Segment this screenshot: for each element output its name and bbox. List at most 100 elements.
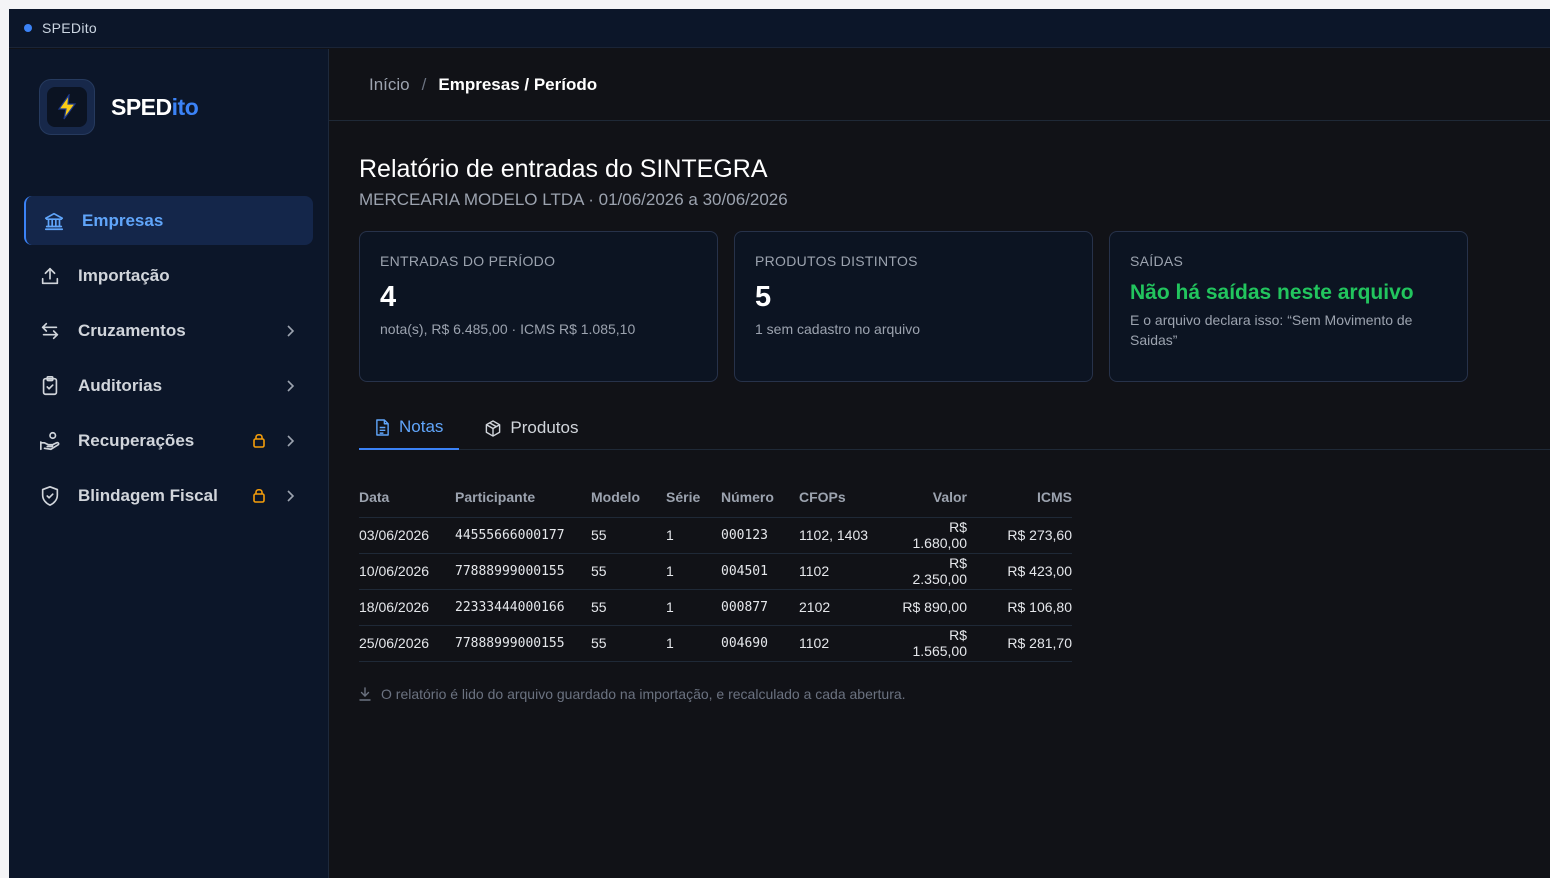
lightning-icon (47, 87, 87, 127)
sidebar: SPEDito Empresas Importação Cruzamentos (9, 49, 329, 878)
card-detail: E o arquivo declara isso: “Sem Movimento… (1130, 312, 1413, 348)
cell-numero: 004501 (721, 553, 799, 590)
table-row[interactable]: 10/06/2026 77888999000155 55 1 004501 11… (359, 553, 1072, 590)
cell-valor: R$ 890,00 (891, 589, 987, 626)
upload-icon (38, 264, 62, 288)
cell-numero: 000123 (721, 517, 799, 554)
column-header[interactable]: Modelo (591, 477, 666, 518)
card-value: 5 (755, 281, 772, 313)
column-header[interactable]: Valor (891, 477, 987, 518)
cell-serie: 1 (666, 553, 721, 590)
app-window: SPEDito SPEDito Empresas Importação Cruz… (9, 9, 1550, 878)
column-header[interactable]: ICMS (987, 477, 1072, 518)
lock-icon (252, 487, 266, 508)
cell-icms: R$ 423,00 (987, 553, 1072, 590)
cell-participante: 44555666000177 (455, 517, 591, 554)
footer-text: O relatório é lido do arquivo guardado n… (381, 686, 906, 702)
hand-coins-icon (38, 429, 62, 453)
brand-name: SPEDito (111, 93, 199, 121)
cell-data: 18/06/2026 (359, 589, 455, 626)
cell-cfops: 1102, 1403 (799, 517, 891, 554)
bank-icon (42, 209, 66, 233)
lock-icon (252, 432, 266, 453)
chevron-right-icon (285, 323, 295, 343)
card-detail: nota(s), R$ 6.485,00 · ICMS R$ 1.085,10 (380, 321, 636, 337)
download-icon (359, 687, 371, 701)
notas-table: Data Participante Modelo Série Número CF… (359, 477, 1072, 662)
logo-badge (39, 79, 95, 135)
card-value: 4 (380, 281, 397, 313)
sidebar-item-label: Auditorias (78, 375, 163, 395)
status-dot (24, 24, 32, 32)
cell-participante: 77888999000155 (455, 625, 591, 662)
breadcrumb-current: Empresas / Período (438, 74, 598, 94)
tab-notas[interactable]: Notas (359, 406, 460, 450)
page-subtitle: MERCEARIA MODELO LTDA · 01/06/2026 a 30/… (359, 190, 788, 209)
cell-modelo: 55 (591, 517, 666, 554)
sidebar-item-label: Importação (78, 265, 170, 285)
sidebar-item-label: Cruzamentos (78, 320, 186, 340)
chevron-right-icon (285, 433, 295, 453)
cell-data: 03/06/2026 (359, 517, 455, 554)
tab-label: Produtos (510, 418, 579, 437)
cell-valor: R$ 2.350,00 (891, 553, 987, 590)
cell-serie: 1 (666, 625, 721, 662)
card-entradas: ENTRADAS DO PERÍODO 4 nota(s), R$ 6.485,… (359, 231, 718, 382)
app-logo[interactable]: SPEDito (39, 79, 199, 135)
cell-data: 10/06/2026 (359, 553, 455, 590)
card-produtos: PRODUTOS DISTINTOS 5 1 sem cadastro no a… (734, 231, 1093, 382)
cell-numero: 000877 (721, 589, 799, 626)
footer-note: O relatório é lido do arquivo guardado n… (359, 686, 906, 702)
cell-cfops: 1102 (799, 625, 891, 662)
table-row[interactable]: 25/06/2026 77888999000155 55 1 004690 11… (359, 625, 1072, 662)
card-saidas: SAÍDAS Não há saídas neste arquivo E o a… (1109, 231, 1468, 382)
cell-cfops: 1102 (799, 553, 891, 590)
card-value: Não há saídas neste arquivo (1130, 281, 1414, 304)
cell-serie: 1 (666, 589, 721, 626)
cell-participante: 77888999000155 (455, 553, 591, 590)
table-row[interactable]: 03/06/2026 44555666000177 55 1 000123 11… (359, 517, 1072, 554)
card-label: PRODUTOS DISTINTOS (755, 253, 918, 269)
titlebar: SPEDito (9, 9, 1550, 48)
sidebar-item-blindagem-fiscal[interactable]: Blindagem Fiscal (24, 471, 313, 520)
document-icon (375, 418, 390, 436)
arrows-swap-icon (38, 319, 62, 343)
column-header[interactable]: Participante (455, 477, 591, 518)
cell-cfops: 2102 (799, 589, 891, 626)
table-header-row: Data Participante Modelo Série Número CF… (359, 477, 1072, 518)
cell-modelo: 55 (591, 625, 666, 662)
cell-icms: R$ 273,60 (987, 517, 1072, 554)
card-detail: 1 sem cadastro no arquivo (755, 321, 920, 337)
cell-icms: R$ 281,70 (987, 625, 1072, 662)
cell-modelo: 55 (591, 553, 666, 590)
column-header[interactable]: CFOPs (799, 477, 891, 518)
sidebar-nav: Empresas Importação Cruzamentos Auditori… (24, 196, 313, 526)
column-header[interactable]: Data (359, 477, 455, 518)
brand-part2: ito (171, 93, 199, 120)
sidebar-item-auditorias[interactable]: Auditorias (24, 361, 313, 410)
cell-numero: 004690 (721, 625, 799, 662)
tab-produtos[interactable]: Produtos (469, 406, 594, 450)
shield-check-icon (38, 484, 62, 508)
table-row[interactable]: 18/06/2026 22333444000166 55 1 000877 21… (359, 589, 1072, 626)
sidebar-item-importacao[interactable]: Importação (24, 251, 313, 300)
cell-modelo: 55 (591, 589, 666, 626)
card-label: ENTRADAS DO PERÍODO (380, 253, 556, 269)
sidebar-item-label: Empresas (82, 210, 164, 230)
cell-icms: R$ 106,80 (987, 589, 1072, 626)
sidebar-item-recuperacoes[interactable]: Recuperações (24, 416, 313, 465)
tab-label: Notas (399, 417, 444, 436)
cell-data: 25/06/2026 (359, 625, 455, 662)
column-header[interactable]: Número (721, 477, 799, 518)
breadcrumb: Início / Empresas / Período (329, 49, 1550, 121)
breadcrumb-home-link[interactable]: Início (369, 75, 410, 95)
cell-valor: R$ 1.565,00 (891, 625, 987, 662)
breadcrumb-separator: / (421, 74, 427, 94)
cell-serie: 1 (666, 517, 721, 554)
sidebar-item-empresas[interactable]: Empresas (24, 196, 313, 245)
card-label: SAÍDAS (1130, 253, 1184, 269)
cell-participante: 22333444000166 (455, 589, 591, 626)
chevron-right-icon (285, 488, 295, 508)
sidebar-item-cruzamentos[interactable]: Cruzamentos (24, 306, 313, 355)
column-header[interactable]: Série (666, 477, 721, 518)
